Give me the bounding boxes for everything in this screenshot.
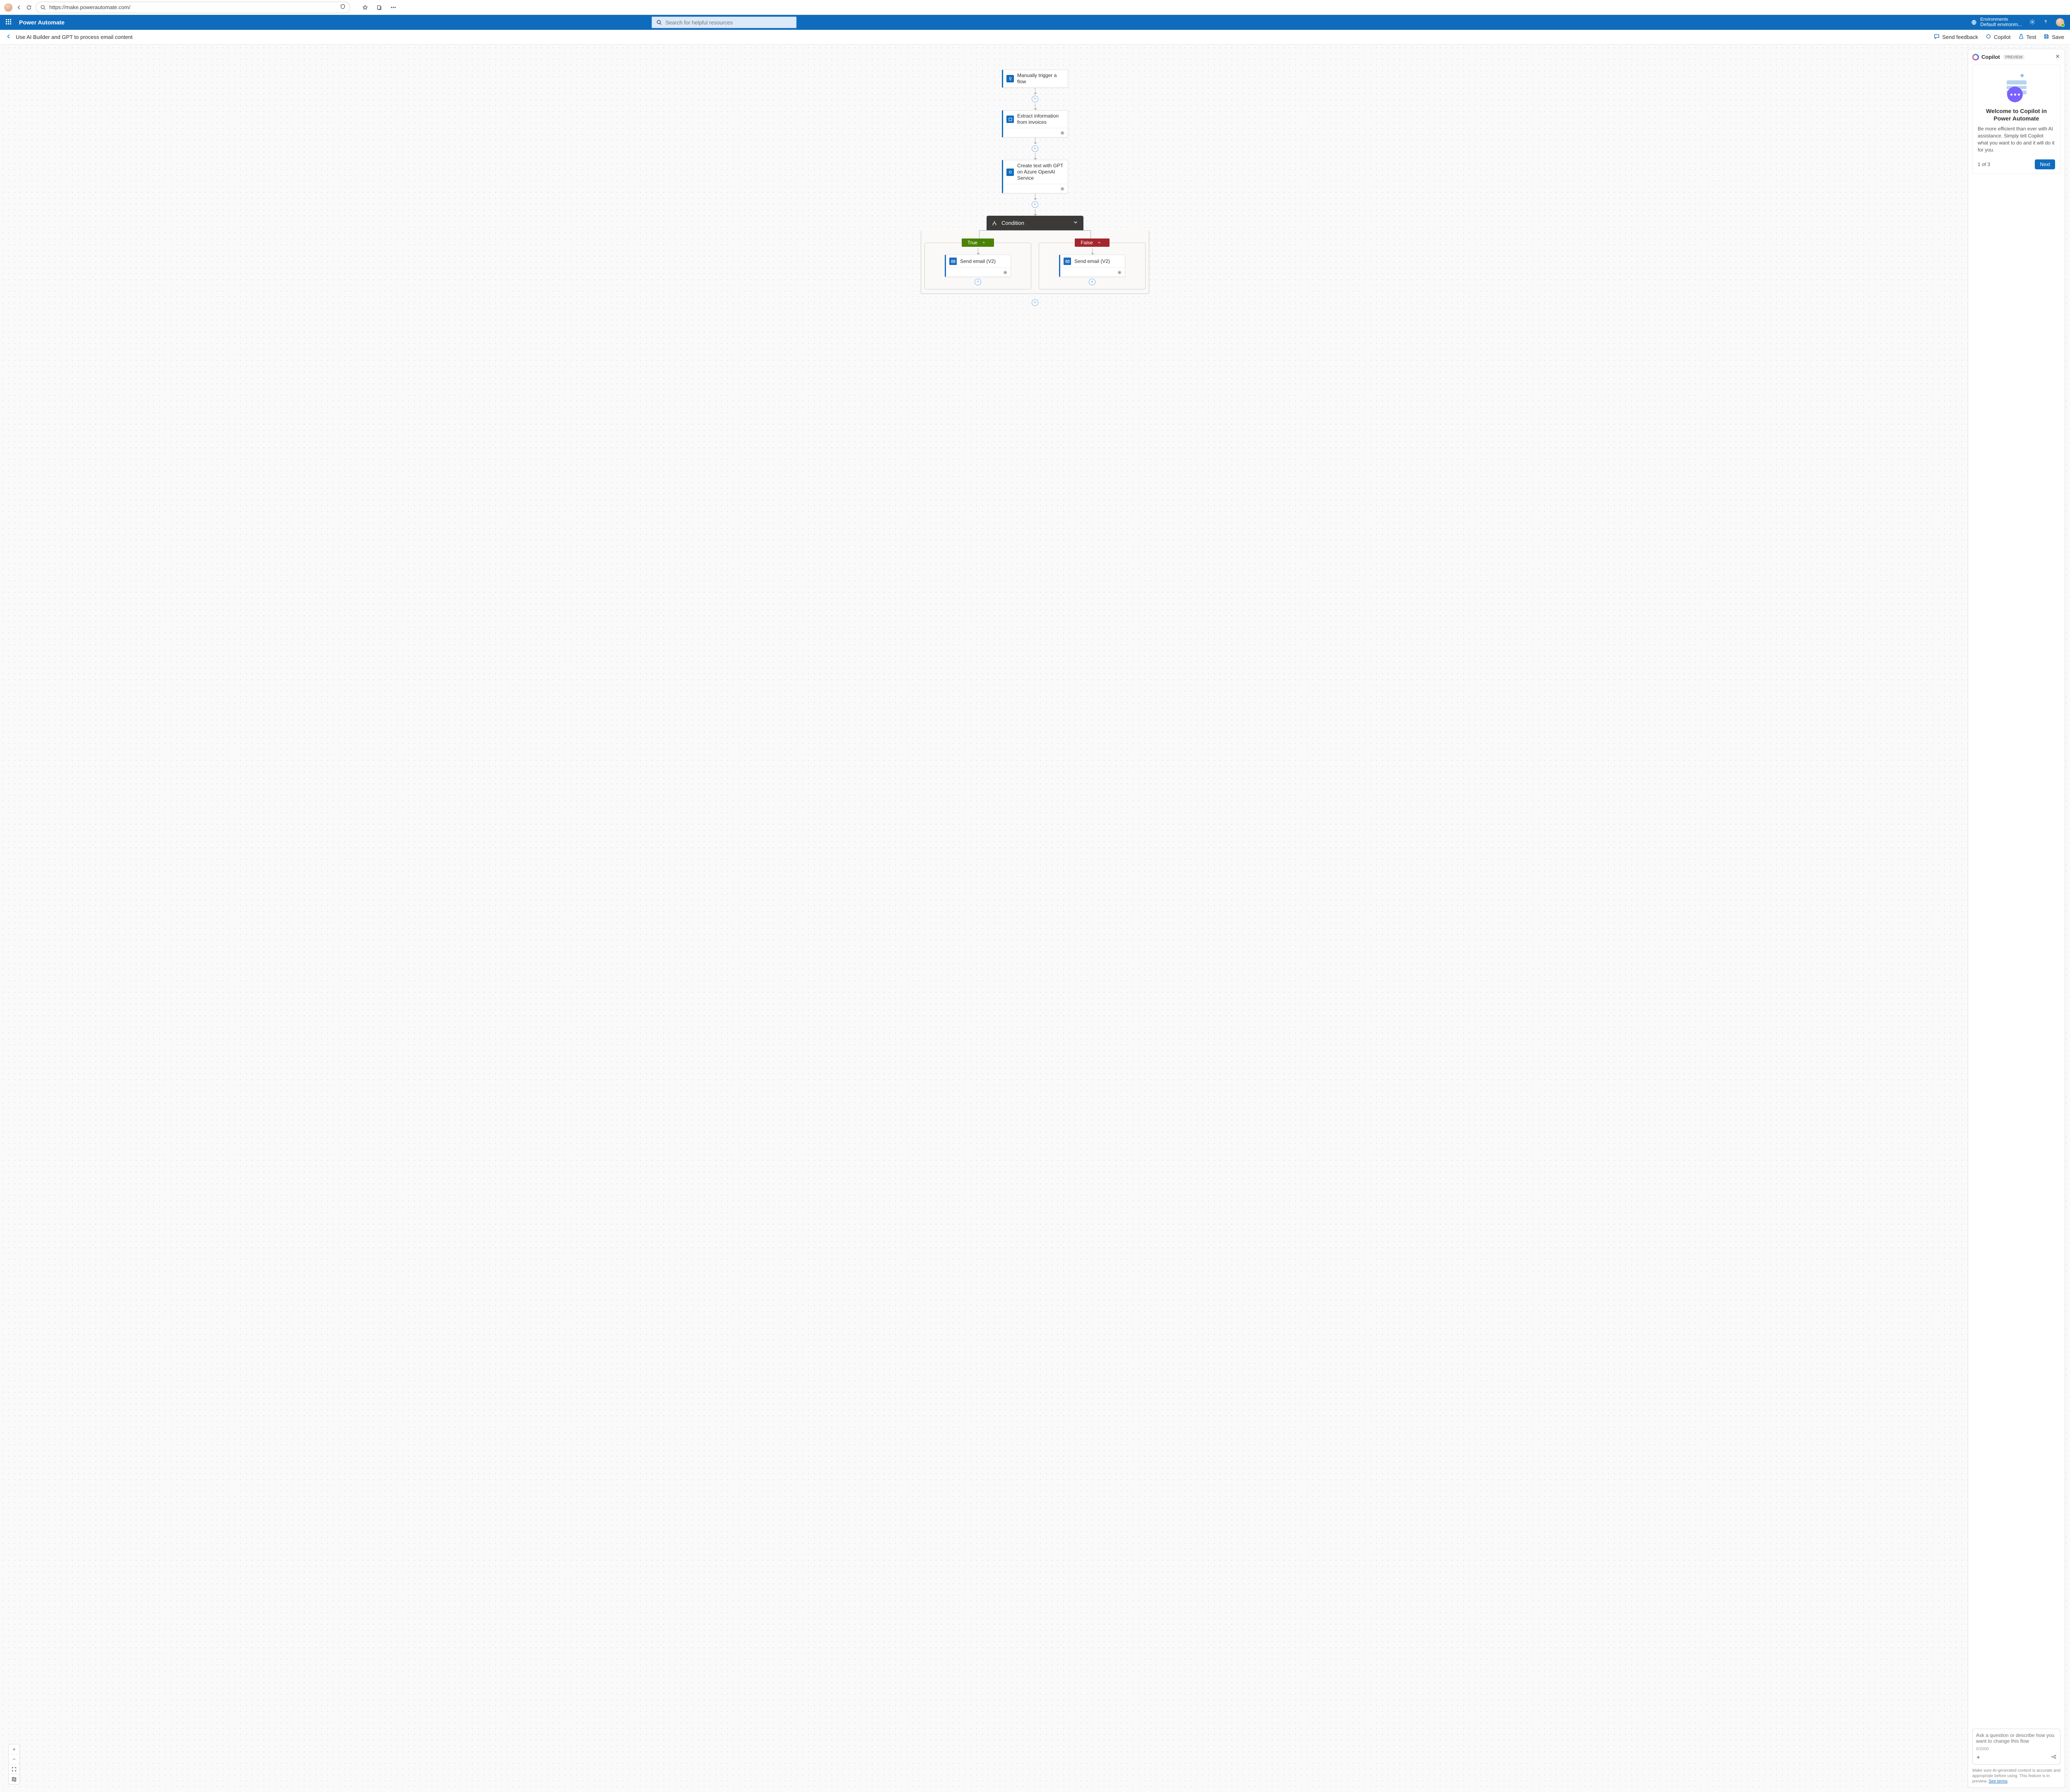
extract-invoice-node[interactable]: Extract information from invoices ◉	[1002, 110, 1068, 137]
app-title: Power Automate	[19, 19, 65, 26]
search-icon	[656, 19, 662, 25]
next-button[interactable]: Next	[2035, 159, 2055, 169]
search-input[interactable]	[665, 19, 792, 26]
zoom-in-button[interactable]: +	[9, 1744, 19, 1754]
help-icon[interactable]	[2043, 19, 2048, 26]
add-step-button[interactable]: +	[1032, 201, 1038, 208]
add-step-button[interactable]: +	[1032, 96, 1038, 102]
outlook-icon	[1064, 258, 1071, 265]
site-info-icon[interactable]	[340, 4, 346, 11]
environment-picker[interactable]: Environments Default environm...	[1971, 17, 2022, 27]
chevron-down-icon[interactable]	[1073, 219, 1078, 226]
user-avatar-icon[interactable]	[2056, 18, 2064, 26]
send-email-true-node[interactable]: Send email (V2) ◉	[945, 255, 1011, 277]
address-bar[interactable]: https://make.powerautomate.com/	[36, 2, 350, 13]
environment-icon	[1971, 19, 1977, 25]
zoom-controls: + −	[8, 1744, 20, 1785]
welcome-illustration: ✦	[1978, 71, 2055, 104]
node-title: Extract information from invoices	[1017, 113, 1064, 125]
condition-branches: True Send email (V2) ◉ +	[921, 230, 1149, 294]
favorite-icon[interactable]	[362, 4, 368, 11]
copilot-input-box: 0/2000 ✦	[1972, 1729, 2060, 1765]
trigger-node[interactable]: Manually trigger a flow	[1002, 70, 1068, 88]
peek-icon[interactable]: ◉	[1060, 186, 1064, 191]
chevron-up-icon	[1097, 241, 1101, 245]
browser-chrome: https://make.powerautomate.com/	[0, 0, 2070, 15]
condition-node[interactable]: Condition	[987, 216, 1083, 230]
add-step-button[interactable]: +	[975, 279, 981, 285]
test-button[interactable]: Test	[2018, 34, 2036, 41]
refresh-icon[interactable]	[26, 4, 32, 11]
false-branch-label[interactable]: False	[1075, 238, 1109, 247]
zoom-out-button[interactable]: −	[9, 1754, 19, 1764]
add-step-button[interactable]: +	[1089, 279, 1095, 285]
copilot-logo-icon	[1972, 54, 1979, 60]
send-feedback-button[interactable]: Send feedback	[1934, 34, 1978, 41]
minimap-button[interactable]	[9, 1774, 19, 1784]
copilot-textarea[interactable]	[1976, 1732, 2057, 1746]
close-icon[interactable]	[2055, 53, 2060, 60]
send-email-false-node[interactable]: Send email (V2) ◉	[1059, 255, 1125, 277]
node-title: Send email (V2)	[1074, 258, 1110, 265]
profile-avatar-icon[interactable]	[4, 3, 12, 12]
preview-badge: PREVIEW	[2003, 55, 2025, 60]
true-branch: True Send email (V2) ◉ +	[924, 243, 1031, 289]
welcome-body: Be more efficient than ever with AI assi…	[1978, 125, 2055, 153]
url-text: https://make.powerautomate.com/	[49, 4, 346, 10]
collections-icon[interactable]	[376, 4, 383, 11]
send-icon[interactable]	[2051, 1754, 2057, 1761]
chevron-up-icon	[982, 241, 986, 245]
copilot-welcome-card: ✦ Welcome to Copilot in Power Automate B…	[1972, 65, 2060, 174]
char-counter: 0/2000	[1976, 1747, 2057, 1751]
fit-screen-button[interactable]	[9, 1764, 19, 1774]
settings-icon[interactable]	[2029, 19, 2035, 26]
peek-icon[interactable]: ◉	[1003, 270, 1007, 275]
trigger-icon	[1006, 75, 1014, 82]
false-branch: False Send email (V2) ◉ +	[1039, 243, 1146, 289]
node-title: Send email (V2)	[960, 258, 996, 265]
connector-line	[1092, 248, 1093, 255]
gpt-node[interactable]: Create text with GPT on Azure OpenAI Ser…	[1002, 160, 1068, 193]
ai-builder-icon	[1006, 116, 1014, 123]
add-step-button[interactable]: +	[1032, 299, 1038, 306]
more-icon[interactable]	[390, 4, 397, 11]
back-arrow-icon[interactable]	[6, 34, 12, 41]
peek-icon[interactable]: ◉	[1117, 270, 1122, 275]
flow-title: Use AI Builder and GPT to process email …	[16, 34, 132, 40]
env-name: Default environm...	[1980, 22, 2022, 27]
command-bar: Use AI Builder and GPT to process email …	[0, 30, 2070, 45]
copilot-panel: Copilot PREVIEW ✦ Welcome to Copilot in …	[1968, 49, 2065, 1788]
back-icon[interactable]	[16, 4, 22, 11]
copilot-button[interactable]: Copilot	[1986, 34, 2010, 41]
outlook-icon	[949, 258, 957, 265]
step-indicator: 1 of 3	[1978, 161, 1990, 167]
search-icon	[40, 5, 46, 10]
designer-canvas[interactable]: Manually trigger a flow + Extract inform…	[0, 45, 2070, 1792]
node-title: Create text with GPT on Azure OpenAI Ser…	[1017, 163, 1064, 181]
condition-icon	[992, 220, 997, 226]
welcome-title: Welcome to Copilot in Power Automate	[1978, 107, 2055, 122]
app-launcher-icon[interactable]	[6, 19, 12, 26]
see-terms-link[interactable]: See terms	[1988, 1779, 2007, 1784]
sparkle-icon[interactable]: ✦	[1976, 1754, 1981, 1761]
add-step-button[interactable]: +	[1032, 145, 1038, 152]
global-search[interactable]	[652, 17, 797, 28]
peek-icon[interactable]: ◉	[1060, 130, 1064, 135]
save-button[interactable]: Save	[2044, 34, 2064, 41]
app-header: Power Automate Environments Default envi…	[0, 15, 2070, 30]
copilot-title: Copilot	[1981, 54, 2000, 60]
trigger-title: Manually trigger a flow	[1017, 72, 1064, 85]
true-branch-label[interactable]: True	[962, 238, 994, 247]
copilot-disclaimer: Make sure AI-generated content is accura…	[1972, 1768, 2060, 1784]
condition-title: Condition	[1001, 220, 1024, 226]
openai-icon	[1006, 169, 1014, 176]
